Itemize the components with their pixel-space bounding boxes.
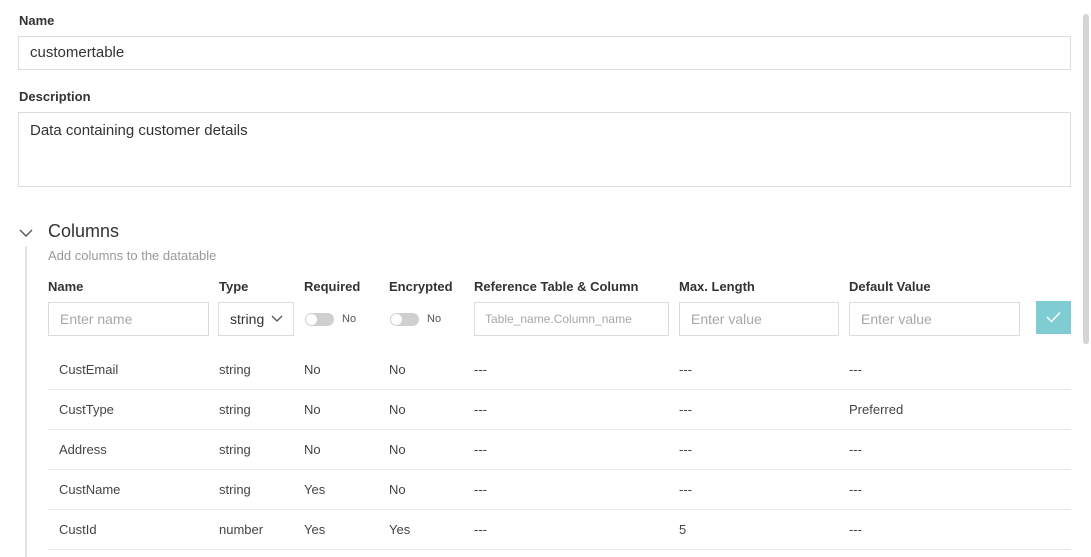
row-default-value: ---	[849, 362, 862, 377]
row-default-value: ---	[849, 522, 862, 537]
column-header-type: Type	[219, 279, 249, 294]
row-default-value: ---	[849, 442, 862, 457]
add-column-button[interactable]	[1036, 301, 1071, 334]
row-type: string	[219, 362, 251, 377]
row-name: CustEmail	[59, 362, 119, 377]
row-max-length: 5	[679, 522, 687, 537]
column-header-required: Required	[304, 279, 361, 294]
row-type: string	[219, 482, 251, 497]
row-max-length: ---	[679, 442, 692, 457]
column-header-reference: Reference Table & Column	[474, 279, 639, 294]
row-type: number	[219, 522, 264, 537]
description-textarea[interactable]: Data containing customer details	[18, 112, 1071, 187]
table-row[interactable]: CustType string No No --- --- Preferred	[48, 390, 1071, 430]
row-max-length: ---	[679, 482, 692, 497]
row-name: CustId	[59, 522, 97, 537]
row-name: CustName	[59, 482, 121, 497]
max-length-input[interactable]: Enter value	[679, 302, 839, 336]
column-header-max-length: Max. Length	[679, 279, 755, 294]
row-required: No	[304, 362, 321, 377]
chevron-down-icon[interactable]	[18, 225, 34, 241]
description-label: Description	[19, 89, 91, 104]
new-column-type-select[interactable]: string	[218, 302, 294, 336]
row-max-length: ---	[679, 362, 692, 377]
row-max-length: ---	[679, 402, 692, 417]
name-input[interactable]: customertable	[18, 36, 1071, 70]
table-row[interactable]: Address string No No --- --- ---	[48, 430, 1071, 470]
columns-section-subtitle: Add columns to the datatable	[48, 248, 217, 263]
row-name: Address	[59, 442, 107, 457]
column-header-encrypted: Encrypted	[389, 279, 453, 294]
check-icon	[1046, 312, 1061, 323]
scrollbar[interactable]	[1083, 14, 1089, 344]
section-rail	[25, 246, 27, 557]
name-label: Name	[19, 13, 55, 28]
row-encrypted: No	[389, 442, 406, 457]
row-reference: ---	[474, 522, 487, 537]
required-toggle[interactable]	[305, 313, 334, 326]
encrypted-toggle-label: No	[427, 313, 442, 325]
column-header-name: Name	[48, 279, 84, 294]
reference-input[interactable]: Table_name.Column_name	[474, 302, 669, 336]
default-value-input[interactable]: Enter value	[849, 302, 1020, 336]
chevron-down-icon	[271, 315, 283, 322]
new-column-name-input[interactable]: Enter name	[48, 302, 209, 336]
row-name: CustType	[59, 402, 114, 417]
table-row[interactable]: CustId number Yes Yes --- 5 ---	[48, 510, 1071, 550]
row-type: string	[219, 442, 251, 457]
row-reference: ---	[474, 362, 487, 377]
row-default-value: Preferred	[849, 402, 904, 417]
row-required: No	[304, 402, 321, 417]
row-required: Yes	[304, 482, 326, 497]
row-encrypted: No	[389, 402, 406, 417]
row-default-value: ---	[849, 482, 862, 497]
row-encrypted: Yes	[389, 522, 411, 537]
table-row[interactable]: CustEmail string No No --- --- ---	[48, 350, 1071, 390]
row-required: No	[304, 442, 321, 457]
table-row[interactable]: CustName string Yes No --- --- ---	[48, 470, 1071, 510]
required-toggle-label: No	[342, 313, 357, 325]
row-type: string	[219, 402, 251, 417]
row-reference: ---	[474, 442, 487, 457]
encrypted-toggle[interactable]	[390, 313, 419, 326]
row-encrypted: No	[389, 482, 406, 497]
row-required: Yes	[304, 522, 326, 537]
row-reference: ---	[474, 482, 487, 497]
type-select-value: string	[230, 311, 265, 327]
row-reference: ---	[474, 402, 487, 417]
columns-section-title[interactable]: Columns	[48, 221, 119, 242]
column-header-default-value: Default Value	[849, 279, 931, 294]
row-encrypted: No	[389, 362, 406, 377]
